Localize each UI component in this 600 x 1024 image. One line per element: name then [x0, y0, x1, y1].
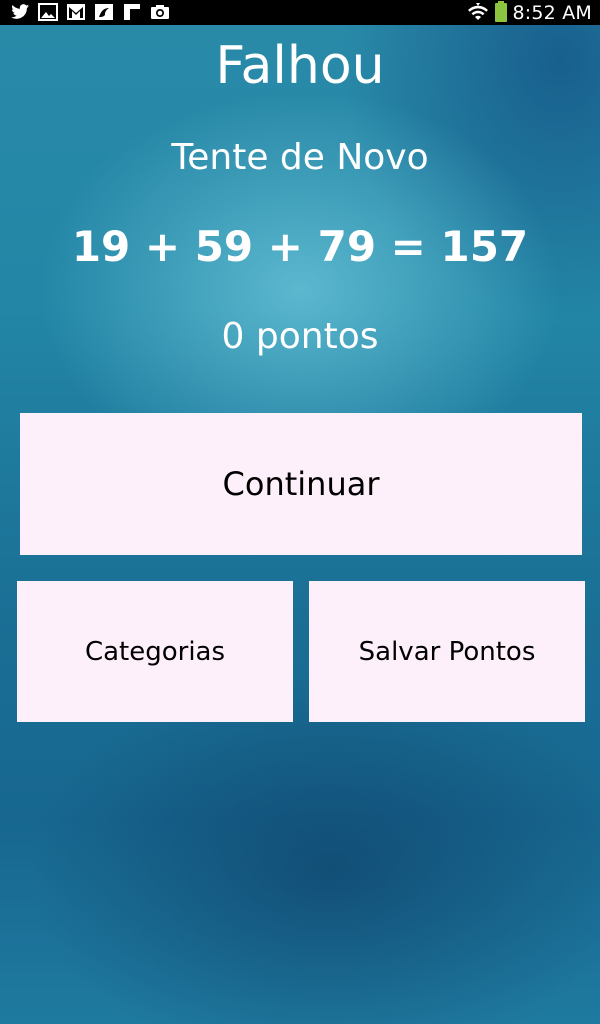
status-clock: 8:52 AM	[512, 1, 592, 24]
result-title: Falhou	[215, 36, 385, 96]
app-icon	[95, 4, 113, 20]
twitter-icon	[11, 4, 29, 19]
gmail-icon	[67, 4, 85, 20]
categories-button[interactable]: Categorias	[17, 581, 293, 722]
score-text: 0 pontos	[221, 316, 379, 357]
gallery-icon	[38, 3, 58, 21]
camera-icon	[151, 5, 169, 19]
result-subtitle: Tente de Novo	[171, 137, 429, 178]
status-bar: 8:52 AM	[0, 0, 600, 25]
flipboard-icon	[124, 4, 140, 20]
continue-button[interactable]: Continuar	[20, 413, 582, 555]
status-right: 8:52 AM	[467, 0, 593, 25]
save-points-button[interactable]: Salvar Pontos	[309, 581, 585, 722]
equation-text: 19 + 59 + 79 = 157	[71, 222, 529, 271]
notification-icons	[10, 3, 170, 21]
app-screen: 8:52 AM Falhou Tente de Novo 19 + 59 + 7…	[0, 0, 600, 1024]
wifi-icon	[467, 2, 488, 20]
battery-icon	[494, 1, 507, 22]
